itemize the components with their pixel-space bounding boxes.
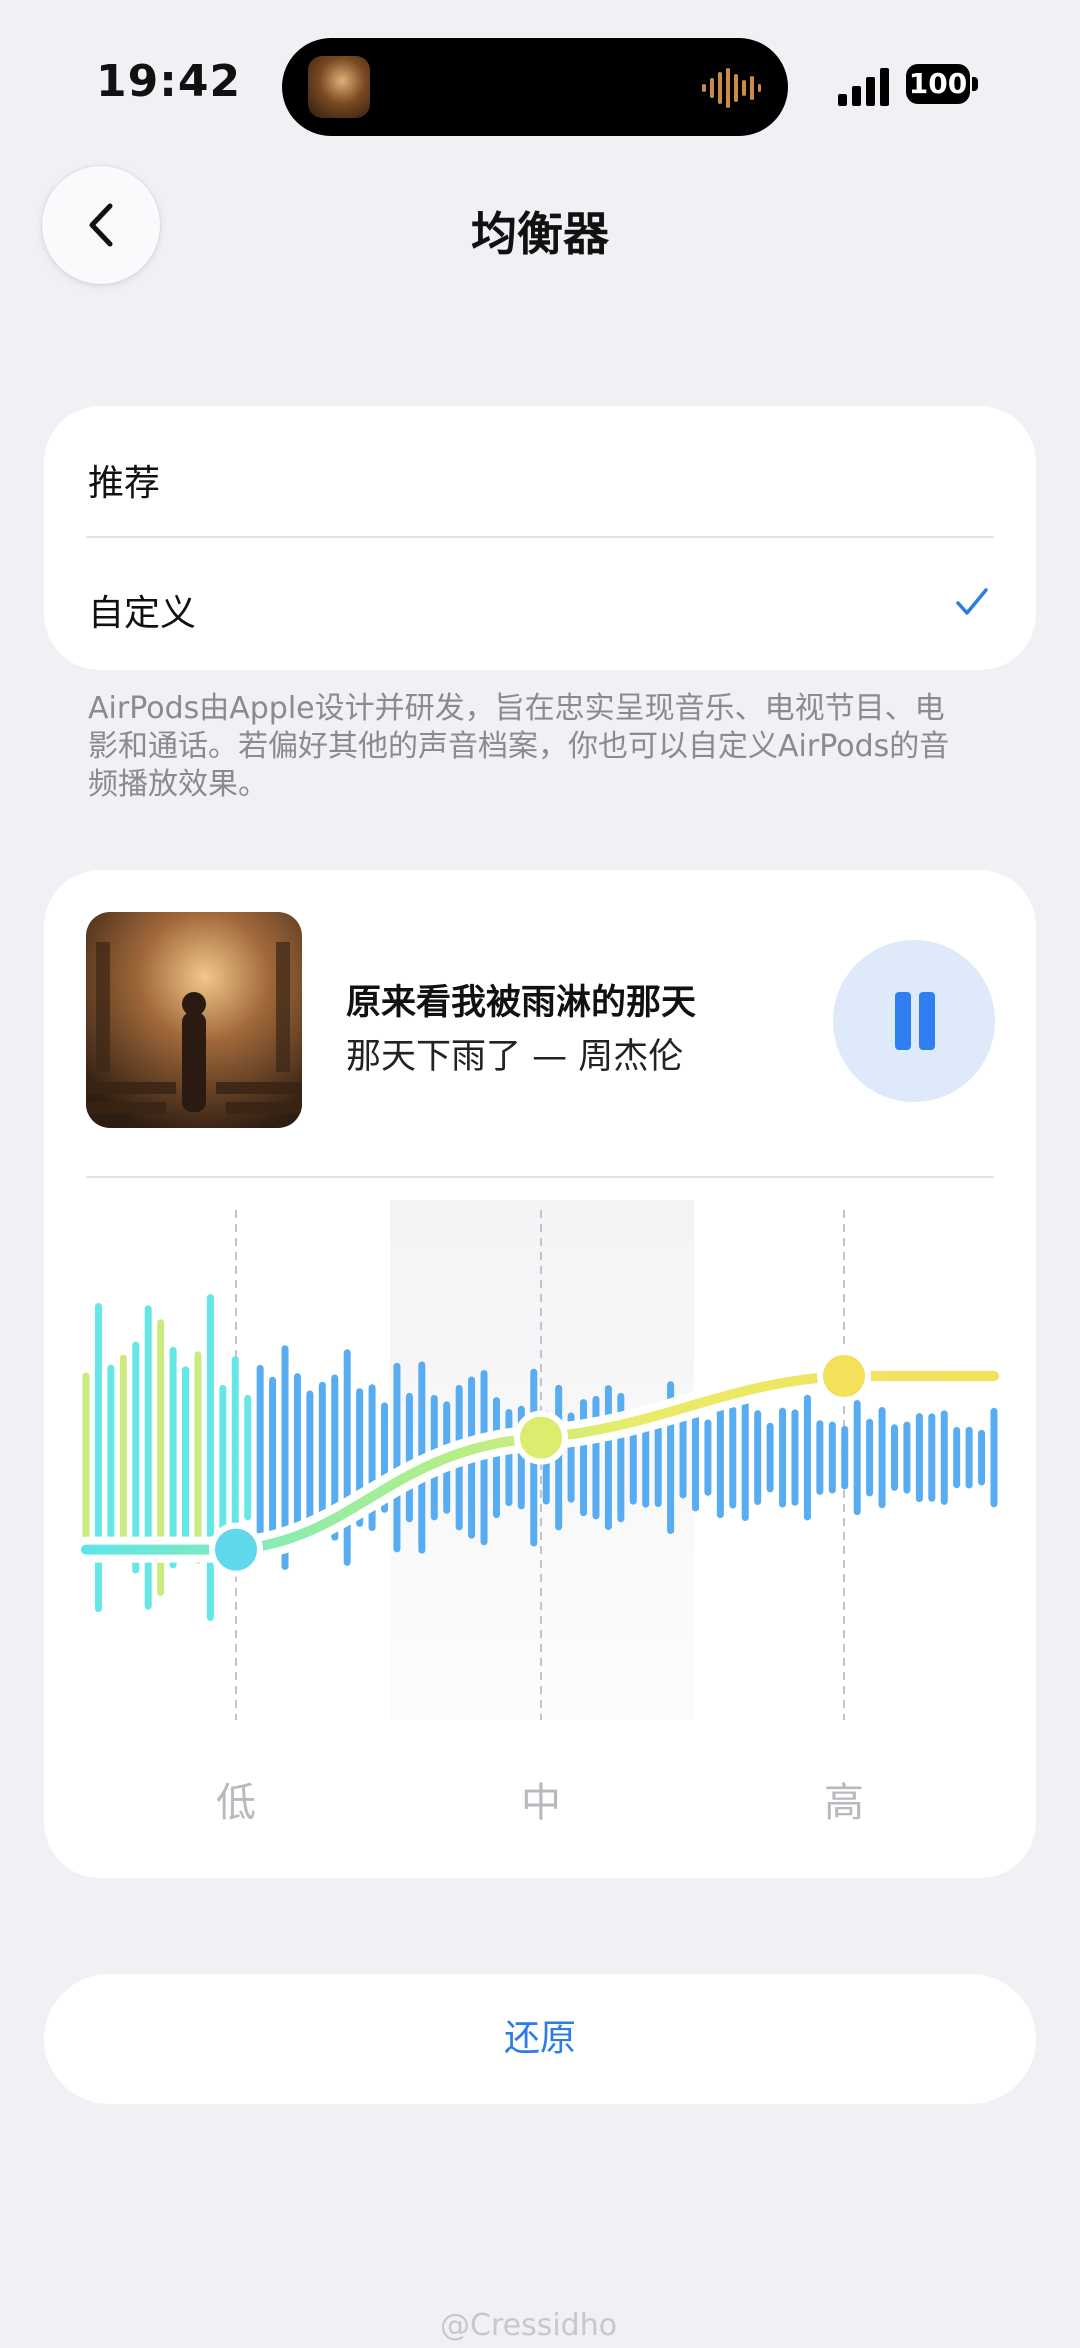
waveform-bar (94, 1303, 102, 1613)
waveform-bar (492, 1397, 500, 1519)
waveform-bar (107, 1364, 115, 1551)
waveform-bar (803, 1394, 811, 1521)
waveform-bar (953, 1426, 961, 1489)
battery-tip (972, 77, 978, 91)
waveform-bar (82, 1372, 90, 1543)
waveform-bar (691, 1403, 699, 1512)
waveform-bar (119, 1354, 127, 1561)
waveform-bar (393, 1362, 401, 1553)
battery-icon: 100 (906, 64, 978, 106)
waveform-bar (580, 1399, 588, 1517)
status-time: 19:42 (96, 56, 242, 107)
option-recommended[interactable]: 推荐 (88, 454, 160, 506)
eq-band-knob-high[interactable] (817, 1349, 871, 1403)
band-label-mid: 中 (521, 1780, 561, 1826)
waveform-bar (343, 1349, 351, 1566)
waveform-bar (766, 1422, 774, 1493)
waveform-bar (293, 1373, 301, 1543)
watermark: @Cressidho (440, 2308, 618, 2343)
mode-options-card: 推荐 自定义 (44, 406, 1036, 670)
battery-level: 100 (906, 64, 970, 104)
reset-button[interactable]: 还原 (44, 1974, 1036, 2104)
waveform-bar (866, 1418, 874, 1497)
waveform-bar (816, 1420, 824, 1495)
waveform-bar (716, 1397, 724, 1519)
waveform-bar (256, 1364, 264, 1551)
equalizer-card: 原来看我被雨淋的那天 那天下雨了 — 周杰伦 低 中 高 (44, 870, 1036, 1878)
waveform-bar (978, 1429, 986, 1486)
waveform-bar (841, 1425, 849, 1490)
waveform-bar (928, 1413, 936, 1502)
dynamic-island[interactable] (282, 38, 788, 136)
waveform-bar (779, 1407, 787, 1508)
waveform-bar (144, 1305, 152, 1610)
audio-waveform-icon (702, 68, 761, 108)
waveform-bar (915, 1413, 923, 1503)
signal-bars-icon (838, 68, 889, 106)
waveform-bar (194, 1351, 202, 1565)
island-album-art (308, 56, 370, 118)
waveform-bar (269, 1376, 277, 1539)
waveform-bar (741, 1394, 749, 1522)
waveform-bar (754, 1410, 762, 1506)
divider (86, 1176, 994, 1178)
waveform-bar (592, 1395, 600, 1520)
waveform-bar (791, 1409, 799, 1506)
song-title: 原来看我被雨淋的那天 (346, 983, 697, 1023)
waveform-bar (890, 1424, 898, 1491)
waveform-bar (244, 1394, 252, 1521)
page-title: 均衡器 (471, 207, 609, 261)
song-subtitle: 那天下雨了 — 周杰伦 (346, 1037, 684, 1077)
option-custom[interactable]: 自定义 (88, 584, 196, 636)
eq-band-knob-low[interactable] (209, 1522, 263, 1577)
waveform-bar (306, 1390, 314, 1525)
waveform-bar (405, 1392, 413, 1523)
waveform-bar (878, 1406, 886, 1509)
waveform-bar (604, 1385, 612, 1531)
eq-band-knob-mid[interactable] (514, 1410, 568, 1465)
pause-button[interactable] (833, 940, 995, 1102)
waveform-bar (206, 1294, 214, 1622)
waveform-bar (853, 1400, 861, 1516)
band-label-high: 高 (824, 1780, 864, 1826)
waveform-bar (679, 1416, 687, 1499)
equalizer-graph[interactable] (44, 1200, 1036, 1720)
waveform-bar (704, 1419, 712, 1496)
waveform-bar (182, 1366, 190, 1549)
waveform-bar (729, 1406, 737, 1509)
waveform-bar (903, 1421, 911, 1494)
waveform-bar (219, 1384, 227, 1531)
album-art[interactable] (86, 912, 302, 1128)
band-label-low: 低 (216, 1780, 256, 1826)
waveform-bar (505, 1409, 513, 1507)
waveform-bar (990, 1407, 998, 1508)
checkmark-icon (956, 588, 988, 615)
description-text: AirPods由Apple设计并研发，旨在忠实呈现音乐、电视节目、电影和通话。若… (88, 691, 950, 802)
waveform-bar (965, 1426, 973, 1489)
divider (86, 536, 994, 538)
waveform-bar (940, 1410, 948, 1505)
waveform-bar (828, 1421, 836, 1494)
waveform-bar (169, 1346, 177, 1569)
